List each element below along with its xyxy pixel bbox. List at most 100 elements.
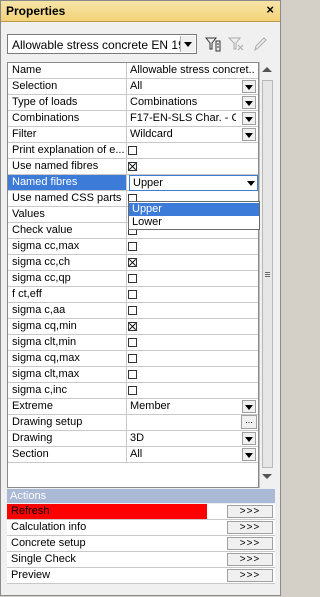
row-print-explanation[interactable]: Print explanation of e...	[8, 143, 258, 159]
filter-clear-icon[interactable]	[227, 35, 245, 53]
action-single-check[interactable]: Single Check >>>	[7, 552, 275, 568]
checkbox[interactable]	[128, 354, 137, 363]
run-button[interactable]: >>>	[227, 505, 273, 518]
row-type-of-loads[interactable]: Type of loads Combinations	[8, 95, 258, 111]
option-lower[interactable]: Lower	[129, 216, 259, 229]
checkbox[interactable]	[128, 290, 137, 299]
chevron-down-icon[interactable]	[242, 112, 256, 125]
run-button[interactable]: >>>	[227, 537, 273, 550]
run-button[interactable]: >>>	[227, 569, 273, 582]
chevron-down-icon[interactable]	[180, 36, 195, 52]
row-value: Wildcard	[130, 128, 173, 140]
row-sigma-clt-min[interactable]: sigma clt,min	[8, 335, 258, 351]
scrollbar[interactable]	[259, 62, 275, 488]
scroll-up-icon[interactable]	[262, 67, 272, 72]
row-selection[interactable]: Selection All	[8, 79, 258, 95]
chevron-down-icon[interactable]	[242, 96, 256, 109]
row-use-named-fibres[interactable]: Use named fibres	[8, 159, 258, 175]
named-fibres-combo[interactable]: Upper	[129, 175, 258, 191]
action-calculation-info[interactable]: Calculation info >>>	[7, 520, 275, 536]
row-sigma-cq-min[interactable]: sigma cq,min	[8, 319, 258, 335]
row-named-fibres[interactable]: Named fibres Upper	[8, 175, 258, 191]
row-extreme[interactable]: Extreme Member	[8, 399, 258, 415]
row-label: sigma c,aa	[8, 303, 127, 318]
pen-icon[interactable]	[251, 35, 269, 53]
filter-icon[interactable]	[204, 35, 222, 53]
row-f-ct-eff[interactable]: f ct,eff	[8, 287, 258, 303]
service-select-value: Allowable stress concrete EN 1992	[12, 38, 180, 52]
checkbox-checked[interactable]	[128, 162, 137, 171]
row-label: Extreme	[8, 399, 127, 414]
scroll-down-icon[interactable]	[262, 474, 272, 479]
action-label: Concrete setup	[11, 537, 86, 549]
row-label: sigma clt,min	[8, 335, 127, 350]
checkbox[interactable]	[128, 386, 137, 395]
row-label: sigma cq,max	[8, 351, 127, 366]
checkbox[interactable]	[128, 306, 137, 315]
row-section[interactable]: Section All	[8, 447, 258, 463]
row-filter[interactable]: Filter Wildcard	[8, 127, 258, 143]
row-label: sigma cc,max	[8, 239, 127, 254]
row-value: Combinations	[130, 96, 198, 108]
row-label: Check value	[8, 223, 127, 238]
row-label: sigma clt,max	[8, 367, 127, 382]
row-label: Drawing setup	[8, 415, 127, 430]
row-sigma-clt-max[interactable]: sigma clt,max	[8, 367, 258, 383]
scroll-thumb[interactable]	[262, 80, 273, 468]
row-value: All	[130, 448, 143, 460]
action-label: Refresh	[7, 504, 207, 519]
row-label: Selection	[8, 79, 127, 94]
row-label: Drawing	[8, 431, 127, 446]
row-label: sigma cc,ch	[8, 255, 127, 270]
row-label: Named fibres	[8, 175, 127, 190]
row-label: Print explanation of e...	[8, 143, 127, 158]
row-sigma-cc-max[interactable]: sigma cc,max	[8, 239, 258, 255]
row-name[interactable]: Name Allowable stress concret...	[8, 63, 258, 79]
checkbox[interactable]	[128, 274, 137, 283]
option-upper[interactable]: Upper	[129, 203, 259, 216]
run-button[interactable]: >>>	[227, 521, 273, 534]
row-sigma-cc-qp[interactable]: sigma cc,qp	[8, 271, 258, 287]
checkbox[interactable]	[128, 242, 137, 251]
action-label: Preview	[11, 569, 51, 581]
action-concrete-setup[interactable]: Concrete setup >>>	[7, 536, 275, 552]
row-drawing-setup[interactable]: Drawing setup ...	[8, 415, 258, 431]
row-value: F17-EN-SLS Char. - Cha	[130, 112, 236, 124]
row-label: Filter	[8, 127, 127, 142]
chevron-down-icon[interactable]	[242, 128, 256, 141]
row-label: Name	[8, 63, 127, 78]
close-icon[interactable]: ×	[266, 2, 274, 17]
row-label: sigma cq,min	[8, 319, 127, 334]
row-value: Member	[130, 400, 171, 412]
run-button[interactable]: >>>	[227, 553, 273, 566]
row-drawing[interactable]: Drawing 3D	[8, 431, 258, 447]
checkbox-checked[interactable]	[128, 322, 137, 331]
named-fibres-dropdown-list: Upper Lower	[128, 201, 260, 230]
row-label: Use named CSS parts	[8, 191, 127, 206]
chevron-down-icon[interactable]	[242, 80, 256, 93]
action-preview[interactable]: Preview >>>	[7, 568, 275, 584]
title-bar: Properties ×	[1, 1, 280, 22]
row-label: Section	[8, 447, 127, 462]
chevron-down-icon[interactable]	[242, 400, 256, 413]
service-select[interactable]: Allowable stress concrete EN 1992	[7, 34, 197, 54]
actions-header: Actions	[7, 489, 275, 503]
checkbox[interactable]	[128, 338, 137, 347]
ellipsis-button[interactable]: ...	[241, 415, 257, 429]
chevron-down-icon[interactable]	[242, 448, 256, 461]
action-refresh[interactable]: Refresh >>>	[7, 504, 275, 520]
chevron-down-icon[interactable]	[247, 181, 255, 186]
checkbox-checked[interactable]	[128, 258, 137, 267]
property-grid: Name Allowable stress concret... Selecti…	[7, 62, 259, 488]
properties-panel: Properties × Allowable stress concrete E…	[0, 0, 281, 596]
row-label: Values	[8, 207, 127, 222]
checkbox[interactable]	[128, 146, 137, 155]
row-label: Combinations	[8, 111, 127, 126]
row-combinations[interactable]: Combinations F17-EN-SLS Char. - Cha	[8, 111, 258, 127]
row-sigma-c-aa[interactable]: sigma c,aa	[8, 303, 258, 319]
chevron-down-icon[interactable]	[242, 432, 256, 445]
row-sigma-cq-max[interactable]: sigma cq,max	[8, 351, 258, 367]
row-sigma-cc-ch[interactable]: sigma cc,ch	[8, 255, 258, 271]
checkbox[interactable]	[128, 370, 137, 379]
row-sigma-c-inc[interactable]: sigma c,inc	[8, 383, 258, 399]
